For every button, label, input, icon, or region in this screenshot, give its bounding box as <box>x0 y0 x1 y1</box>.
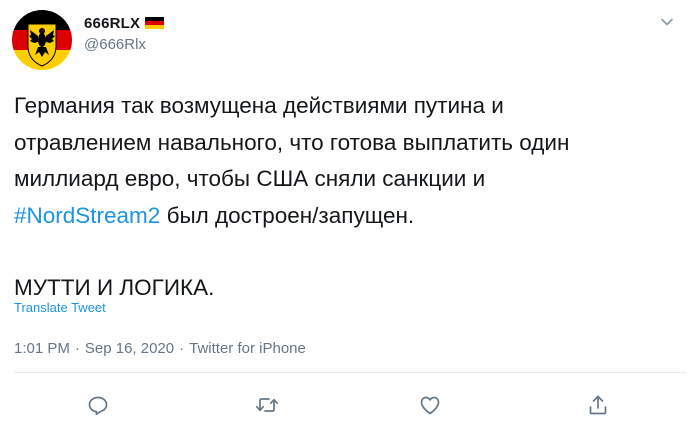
tweet-date[interactable]: Sep 16, 2020 <box>85 340 174 357</box>
germany-coat-of-arms-icon <box>12 10 72 70</box>
user-handle[interactable]: @666Rlx <box>84 36 146 53</box>
tweet-line: МУТТИ И ЛОГИКА. <box>14 275 215 300</box>
display-name[interactable]: 666RLX <box>84 15 140 32</box>
tweet-line: отравлением навального, что готова выпла… <box>14 129 570 155</box>
divider <box>14 372 686 373</box>
tweet-line-rest: был достроен/запущен. <box>160 202 415 228</box>
reply-icon <box>88 396 108 416</box>
display-name-row: 666RLX <box>84 12 165 34</box>
reply-button[interactable] <box>81 388 115 422</box>
tweet-line: #NordStream2 был достроен/запущен. <box>14 198 684 235</box>
share-button[interactable] <box>581 388 615 422</box>
tweet-line: Германия так возмущена действиями путина… <box>14 93 504 118</box>
chevron-down-icon[interactable] <box>658 13 676 31</box>
meta-separator: · <box>74 340 80 357</box>
tweet-line: миллиард евро, чтобы США сняли санкции и <box>14 166 486 191</box>
action-bar <box>0 388 700 422</box>
tweet-time[interactable]: 1:01 PM <box>14 340 70 357</box>
tweet-source[interactable]: Twitter for iPhone <box>189 340 306 357</box>
share-icon <box>589 395 607 415</box>
avatar[interactable] <box>12 10 72 70</box>
hashtag-link[interactable]: #NordStream2 <box>14 203 160 228</box>
meta-separator: · <box>179 340 185 357</box>
germany-flag-icon <box>145 17 165 29</box>
retweet-icon <box>255 398 279 412</box>
retweet-button[interactable] <box>250 388 284 422</box>
tweet-card: 666RLX @666Rlx Германия так возмущена де… <box>0 0 700 433</box>
translate-tweet-link[interactable]: Translate Tweet <box>14 300 106 315</box>
tweet-meta: 1:01 PM · Sep 16, 2020 · Twitter for iPhone <box>14 340 306 357</box>
tweet-text: Германия так возмущена действиями путина… <box>14 88 684 307</box>
heart-icon <box>420 396 440 415</box>
like-button[interactable] <box>413 388 447 422</box>
